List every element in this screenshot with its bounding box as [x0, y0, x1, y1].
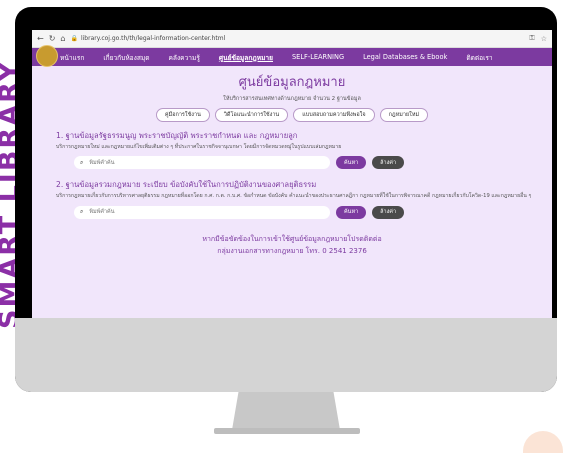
lock-icon: 🔒: [70, 35, 78, 42]
nav-self-learning[interactable]: SELF-LEARNING: [292, 53, 344, 61]
clear-button[interactable]: ล้างค่า: [372, 205, 405, 219]
search-row: ⌕ ค้นหา ล้างค่า: [74, 156, 540, 170]
monitor-stand: [232, 392, 340, 430]
reload-icon[interactable]: ↻: [49, 34, 56, 43]
contact-line-1: หากมีข้อขัดข้องในการเข้าใช้ศูนย์ข้อมูลกฎ…: [202, 234, 382, 243]
library-logo[interactable]: [36, 45, 58, 67]
browser-screen: ← ↻ ⌂ 🔒 library.coj.go.th/th/legal-infor…: [32, 30, 552, 318]
search-box: ⌕: [74, 205, 330, 219]
clear-button[interactable]: ล้างค่า: [372, 156, 405, 170]
search-input[interactable]: [87, 208, 292, 217]
search-button[interactable]: ค้นหา: [336, 205, 367, 219]
database-section-2: 2. ฐานข้อมูลรวมกฎหมาย ระเบียบ ข้อบังคับใ…: [44, 179, 540, 219]
nav-about[interactable]: เกี่ยวกับห้องสมุด: [103, 52, 149, 63]
search-box: ⌕: [74, 156, 330, 170]
star-icon[interactable]: ☆: [541, 35, 547, 43]
search-row: ⌕ ค้นหา ล้างค่า: [74, 205, 540, 219]
address-bar[interactable]: library.coj.go.th/th/legal-information-c…: [81, 35, 523, 42]
video-guide-button[interactable]: วิดีโอแนะนำการใช้งาน: [214, 108, 289, 122]
page-subtitle: ให้บริการสารสนเทศทางด้านกฎหมาย จำนวน 2 ฐ…: [223, 96, 361, 102]
section-title: 1. ฐานข้อมูลรัฐธรรมนูญ พระราชบัญญัติ พระ…: [56, 131, 298, 140]
monitor-stand-base: [214, 428, 360, 434]
search-icon: ⌕: [80, 208, 84, 216]
section-description: บริการกฎหมายเกี่ยวกับการบริหารศาลยุติธรร…: [56, 193, 532, 200]
main-content: ศูนย์ข้อมูลกฎหมาย ให้บริการสารสนเทศทางด้…: [32, 66, 552, 258]
monitor-chin: [15, 318, 557, 392]
page-title: ศูนย์ข้อมูลกฎหมาย: [238, 75, 346, 90]
survey-button[interactable]: แบบสอบถามความพึงพอใจ: [293, 108, 375, 122]
contact-line-2: กลุ่มงานเอกสารทางกฎหมาย โทร. 0 2541 2376: [217, 247, 367, 256]
section-title: 2. ฐานข้อมูลรวมกฎหมาย ระเบียบ ข้อบังคับใ…: [56, 180, 317, 190]
new-laws-button[interactable]: กฎหมายใหม่: [379, 108, 429, 122]
nav-knowledge[interactable]: คลังความรู้: [169, 52, 200, 63]
nav-legal-databases[interactable]: Legal Databases & Ebook: [363, 53, 447, 61]
home-icon[interactable]: ⌂: [60, 34, 65, 43]
nav-home[interactable]: หน้าแรก: [60, 52, 84, 63]
contact-info: หากมีข้อขัดข้องในการเข้าใช้ศูนย์ข้อมูลกฎ…: [44, 233, 540, 258]
nav-legal-center[interactable]: ศูนย์ข้อมูลกฎหมาย: [219, 52, 273, 63]
search-input[interactable]: [87, 158, 292, 167]
manual-button[interactable]: คู่มือการใช้งาน: [155, 108, 210, 122]
search-button[interactable]: ค้นหา: [336, 156, 367, 170]
search-icon: ⌕: [80, 158, 84, 166]
back-icon[interactable]: ←: [37, 34, 44, 43]
decorative-corner-shape: [523, 431, 563, 453]
nav-contact[interactable]: ติดต่อเรา: [466, 52, 492, 63]
main-navigation: หน้าแรก เกี่ยวกับห้องสมุด คลังความรู้ ศู…: [32, 45, 552, 67]
key-icon[interactable]: ⚿: [529, 34, 534, 43]
browser-toolbar: ← ↻ ⌂ 🔒 library.coj.go.th/th/legal-infor…: [32, 30, 552, 48]
database-section-1: 1. ฐานข้อมูลรัฐธรรมนูญ พระราชบัญญัติ พระ…: [44, 130, 540, 170]
quick-links: คู่มือการใช้งาน วิดีโอแนะนำการใช้งาน แบบ…: [44, 108, 540, 122]
section-description: บริการกฎหมายใหม่ และกฎหมายแก้ไขเพิ่มเติม…: [56, 144, 342, 150]
